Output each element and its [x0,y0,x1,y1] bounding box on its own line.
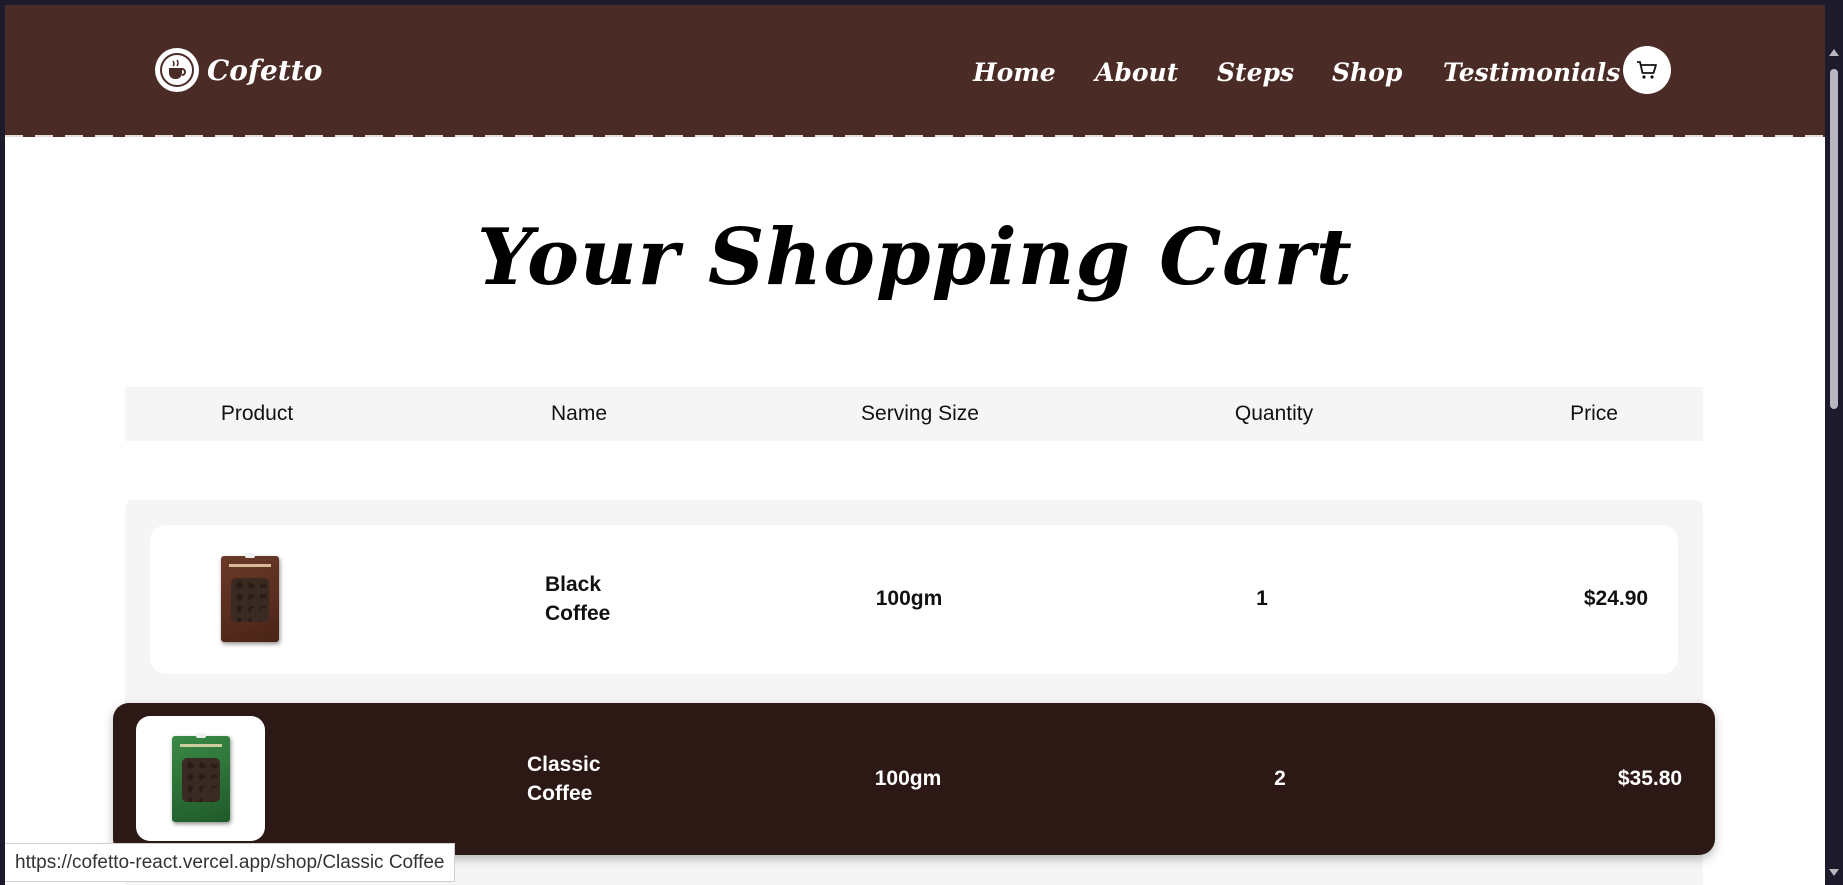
vertical-scrollbar[interactable] [1825,5,1843,885]
scrollbar-thumb[interactable] [1830,69,1838,409]
header-quantity: Quantity [1234,402,1314,425]
product-image[interactable] [190,539,310,659]
cart-row[interactable]: Classic Coffee 100gm 2 $35.80 [113,703,1715,855]
nav-steps[interactable]: Steps [1217,58,1294,87]
serving-size: 100gm [875,587,943,610]
quantity: 2 [1274,767,1286,790]
cart-row[interactable]: Black Coffee 100gm 1 $24.90 [150,525,1678,674]
browser-viewport: Cofetto Home About Steps Shop Testimonia… [5,5,1825,885]
header-dashed-border [5,135,1825,137]
nav-home[interactable]: Home [973,58,1056,87]
main-nav: Home About Steps Shop Testimonials [5,58,1825,94]
nav-about[interactable]: About [1095,58,1178,87]
price: $24.90 [1583,587,1649,610]
cart-button[interactable] [1623,46,1671,94]
scroll-up-arrow-icon[interactable] [1829,49,1839,56]
site-header: Cofetto Home About Steps Shop Testimonia… [5,5,1825,137]
product-name: Black Coffee [545,573,611,625]
header-serving-size: Serving Size [861,402,979,425]
header-product: Product [220,402,294,425]
header-price: Price [1570,402,1618,425]
nav-testimonials[interactable]: Testimonials [1443,58,1620,87]
coffee-package-image [171,732,230,822]
cart-table-header: Product Name Serving Size Quantity Price [125,387,1703,441]
link-status-bar: https://cofetto-react.vercel.app/shop/Cl… [5,843,456,882]
header-name: Name [550,402,608,425]
shopping-cart-icon [1637,61,1657,79]
quantity: 1 [1256,587,1268,610]
scroll-down-arrow-icon[interactable] [1829,869,1839,876]
coffee-package-image [221,553,279,642]
serving-size: 100gm [874,767,942,790]
nav-shop[interactable]: Shop [1332,58,1402,87]
product-image[interactable] [136,716,265,841]
product-name: Classic Coffee [527,753,601,805]
page-title: Your Shopping Cart [477,212,1353,303]
price: $35.80 [1617,767,1683,790]
